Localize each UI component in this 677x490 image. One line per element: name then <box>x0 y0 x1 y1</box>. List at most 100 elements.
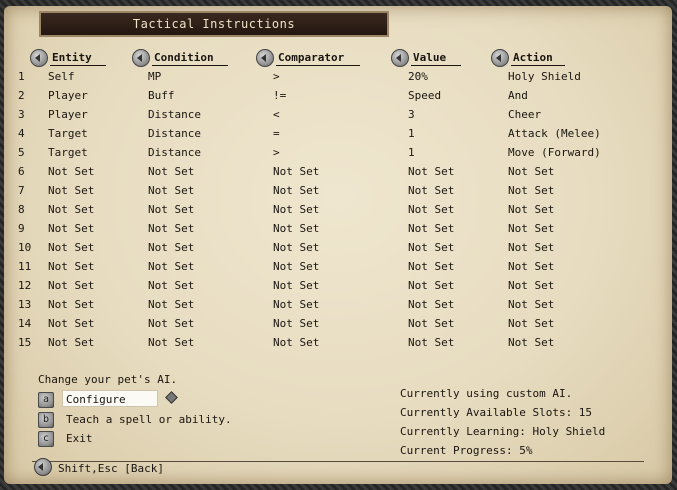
row-value[interactable]: 3 <box>408 108 415 121</box>
column-header-comparator[interactable]: Comparator <box>276 51 360 66</box>
condition-sort-icon[interactable] <box>132 49 150 67</box>
column-header-condition[interactable]: Condition <box>152 51 228 66</box>
row-condition[interactable]: Not Set <box>148 203 194 216</box>
row-comparator[interactable]: Not Set <box>273 317 319 330</box>
row-condition[interactable]: Not Set <box>148 336 194 349</box>
value-sort-icon[interactable] <box>391 49 409 67</box>
row-action[interactable]: Not Set <box>508 260 554 273</box>
table-row[interactable]: 7 Not Set Not Set Not Set Not Set Not Set <box>4 184 672 203</box>
row-action[interactable]: Not Set <box>508 203 554 216</box>
row-entity[interactable]: Target <box>48 146 88 159</box>
table-row[interactable]: 8 Not Set Not Set Not Set Not Set Not Set <box>4 203 672 222</box>
row-comparator[interactable]: > <box>273 146 280 159</box>
row-action[interactable]: And <box>508 89 528 102</box>
row-value[interactable]: Not Set <box>408 203 454 216</box>
row-action[interactable]: Not Set <box>508 241 554 254</box>
table-row[interactable]: 12 Not Set Not Set Not Set Not Set Not Set <box>4 279 672 298</box>
back-icon[interactable] <box>34 458 52 476</box>
row-condition[interactable]: Not Set <box>148 165 194 178</box>
table-row[interactable]: 6 Not Set Not Set Not Set Not Set Not Set <box>4 165 672 184</box>
row-value[interactable]: Not Set <box>408 165 454 178</box>
row-comparator[interactable]: Not Set <box>273 336 319 349</box>
row-value[interactable]: Speed <box>408 89 441 102</box>
row-condition[interactable]: Not Set <box>148 222 194 235</box>
row-entity[interactable]: Not Set <box>48 165 94 178</box>
row-entity[interactable]: Not Set <box>48 317 94 330</box>
row-value[interactable]: Not Set <box>408 222 454 235</box>
table-row[interactable]: 13 Not Set Not Set Not Set Not Set Not Set <box>4 298 672 317</box>
table-row[interactable]: 11 Not Set Not Set Not Set Not Set Not Set <box>4 260 672 279</box>
action-sort-icon[interactable] <box>491 49 509 67</box>
row-action[interactable]: Not Set <box>508 336 554 349</box>
row-condition[interactable]: Not Set <box>148 241 194 254</box>
table-row[interactable]: 10 Not Set Not Set Not Set Not Set Not Set <box>4 241 672 260</box>
row-entity[interactable]: Target <box>48 127 88 140</box>
row-entity[interactable]: Not Set <box>48 298 94 311</box>
column-header-entity[interactable]: Entity <box>50 51 106 66</box>
row-entity[interactable]: Not Set <box>48 279 94 292</box>
row-action[interactable]: Holy Shield <box>508 70 581 83</box>
row-value[interactable]: Not Set <box>408 298 454 311</box>
row-condition[interactable]: Not Set <box>148 184 194 197</box>
row-condition[interactable]: Not Set <box>148 317 194 330</box>
row-entity[interactable]: Player <box>48 108 88 121</box>
row-condition[interactable]: Buff <box>148 89 175 102</box>
row-condition[interactable]: Not Set <box>148 260 194 273</box>
row-value[interactable]: 20% <box>408 70 428 83</box>
row-action[interactable]: Not Set <box>508 184 554 197</box>
row-comparator[interactable]: Not Set <box>273 222 319 235</box>
row-comparator[interactable]: Not Set <box>273 203 319 216</box>
column-header-action[interactable]: Action <box>511 51 565 66</box>
row-comparator[interactable]: Not Set <box>273 260 319 273</box>
row-comparator[interactable]: Not Set <box>273 165 319 178</box>
row-condition[interactable]: MP <box>148 70 161 83</box>
row-entity[interactable]: Not Set <box>48 184 94 197</box>
row-action[interactable]: Not Set <box>508 165 554 178</box>
row-action[interactable]: Not Set <box>508 298 554 311</box>
row-value[interactable]: Not Set <box>408 279 454 292</box>
row-comparator[interactable]: Not Set <box>273 279 319 292</box>
table-row[interactable]: 3 Player Distance <3 Cheer <box>4 108 672 127</box>
table-row[interactable]: 1 Self MP >20% Holy Shield <box>4 70 672 89</box>
row-action[interactable]: Attack (Melee) <box>508 127 601 140</box>
row-action[interactable]: Not Set <box>508 279 554 292</box>
column-header-value[interactable]: Value <box>411 51 461 66</box>
row-action[interactable]: Not Set <box>508 222 554 235</box>
row-entity[interactable]: Not Set <box>48 203 94 216</box>
row-entity[interactable]: Not Set <box>48 260 94 273</box>
table-row[interactable]: 5 Target Distance >1 Move (Forward) <box>4 146 672 165</box>
row-value[interactable]: 1 <box>408 127 415 140</box>
table-row[interactable]: 14 Not Set Not Set Not Set Not Set Not Set <box>4 317 672 336</box>
row-value[interactable]: 1 <box>408 146 415 159</box>
row-condition[interactable]: Not Set <box>148 279 194 292</box>
row-value[interactable]: Not Set <box>408 260 454 273</box>
table-row[interactable]: 15 Not Set Not Set Not Set Not Set Not Set <box>4 336 672 355</box>
row-comparator[interactable]: Not Set <box>273 184 319 197</box>
row-value[interactable]: Not Set <box>408 241 454 254</box>
row-comparator[interactable]: < <box>273 108 280 121</box>
row-condition[interactable]: Not Set <box>148 298 194 311</box>
row-value[interactable]: Not Set <box>408 184 454 197</box>
row-comparator[interactable]: > <box>273 70 280 83</box>
row-action[interactable]: Cheer <box>508 108 541 121</box>
row-condition[interactable]: Distance <box>148 146 201 159</box>
row-entity[interactable]: Not Set <box>48 241 94 254</box>
table-row[interactable]: 9 Not Set Not Set Not Set Not Set Not Set <box>4 222 672 241</box>
row-entity[interactable]: Player <box>48 89 88 102</box>
row-entity[interactable]: Not Set <box>48 336 94 349</box>
row-entity[interactable]: Not Set <box>48 222 94 235</box>
row-entity[interactable]: Self <box>48 70 75 83</box>
table-row[interactable]: 2 Player Buff != Speed And <box>4 89 672 108</box>
row-comparator[interactable]: Not Set <box>273 298 319 311</box>
back-hint[interactable]: Shift,Esc [Back] <box>58 462 164 475</box>
row-action[interactable]: Move (Forward) <box>508 146 601 159</box>
table-row[interactable]: 4 Target Distance = 1 Attack (Melee) <box>4 127 672 146</box>
row-value[interactable]: Not Set <box>408 317 454 330</box>
row-value[interactable]: Not Set <box>408 336 454 349</box>
row-comparator[interactable]: != <box>273 89 286 102</box>
row-action[interactable]: Not Set <box>508 317 554 330</box>
comparator-sort-icon[interactable] <box>256 49 274 67</box>
row-condition[interactable]: Distance <box>148 127 201 140</box>
row-condition[interactable]: Distance <box>148 108 201 121</box>
row-comparator[interactable]: Not Set <box>273 241 319 254</box>
